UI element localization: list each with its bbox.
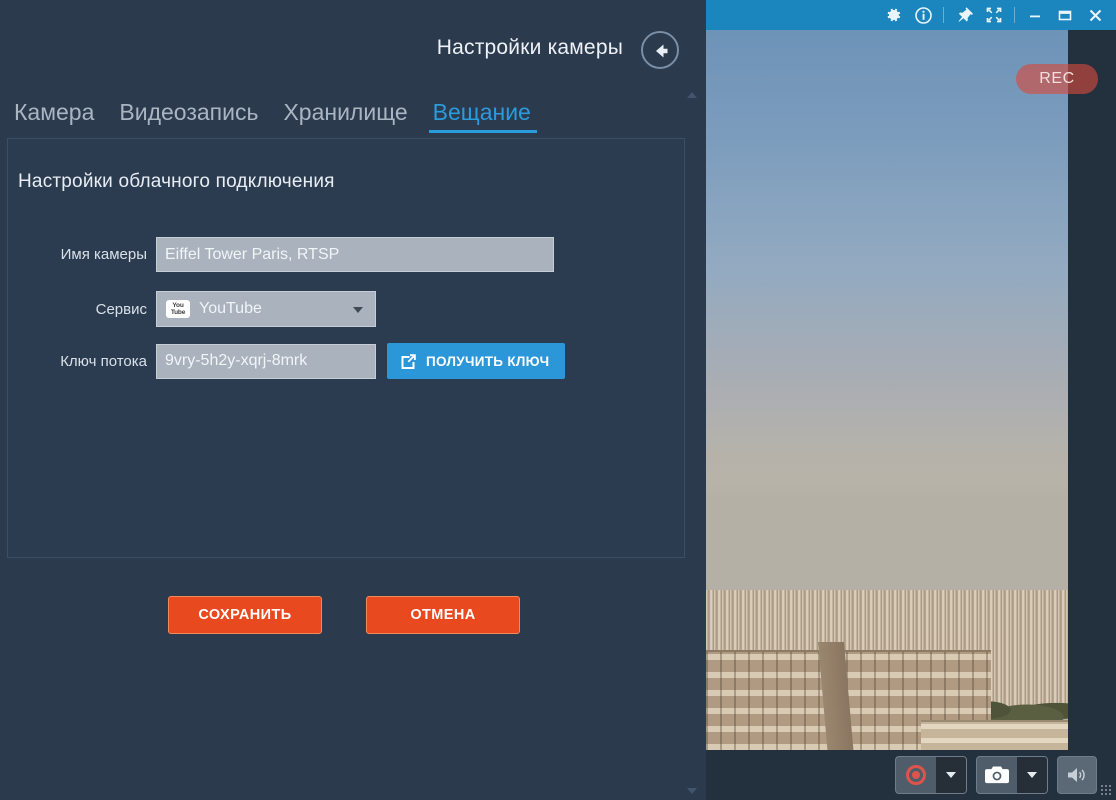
app-window: Настройки камеры Камера Видеозапись Хран… [0,0,1116,800]
close-icon[interactable] [1080,0,1110,30]
speaker-icon [1065,765,1089,785]
record-button[interactable] [896,757,936,793]
tab-storage[interactable]: Хранилище [283,101,407,133]
scroll-up-arrow-icon[interactable] [687,90,698,100]
service-row: Сервис You Tube YouTube [8,291,684,327]
external-link-icon [400,353,417,370]
tab-camera[interactable]: Камера [14,101,94,133]
minimize-icon[interactable] [1020,0,1050,30]
video-pane-filler [1068,30,1116,750]
video-control-bar [706,750,1116,800]
camera-settings-pane: Настройки камеры Камера Видеозапись Хран… [0,0,706,800]
titlebar-separator-2 [1014,7,1015,23]
save-button[interactable]: СОХРАНИТЬ [168,596,322,634]
get-key-button[interactable]: ПОЛУЧИТЬ КЛЮЧ [387,343,565,379]
settings-scrollbar[interactable] [685,88,700,800]
camera-icon [984,765,1010,785]
rec-status-badge: REC [1016,64,1098,94]
tab-broadcasting[interactable]: Вещание [433,101,531,133]
chevron-down-icon [353,307,363,313]
settings-gear-icon[interactable] [878,0,908,30]
video-window: REC [706,0,1116,800]
stream-key-label: Ключ потока [8,353,156,370]
record-dot-icon [906,765,926,785]
scroll-down-arrow-icon[interactable] [687,786,698,796]
back-button[interactable] [641,31,679,69]
stream-key-row: Ключ потока ПОЛУЧИТЬ КЛЮЧ [8,343,684,379]
snapshot-button-group[interactable] [976,756,1048,794]
service-value: YouTube [199,300,262,318]
camera-name-input[interactable] [156,237,554,272]
cancel-button[interactable]: ОТМЕНА [366,596,520,634]
camera-name-label: Имя камеры [8,246,156,263]
pin-icon[interactable] [949,0,979,30]
fullscreen-icon[interactable] [979,0,1009,30]
tab-video-recording[interactable]: Видеозапись [119,101,258,133]
service-select[interactable]: You Tube YouTube [156,291,376,327]
live-video-feed[interactable] [706,30,1068,750]
youtube-logo-icon: You Tube [166,300,190,318]
page-title: Настройки камеры [437,36,623,60]
settings-tabs: Камера Видеозапись Хранилище Вещание [0,88,686,133]
record-options-caret[interactable] [936,757,966,793]
snapshot-button[interactable] [977,757,1017,793]
back-arrow-icon [650,40,672,62]
camera-name-row: Имя камеры [8,237,684,272]
info-icon[interactable] [908,0,938,30]
service-label: Сервис [8,301,156,318]
section-title: Настройки облачного подключения [18,171,335,193]
cloud-connection-card: Настройки облачного подключения Имя каме… [7,138,685,558]
youtube-icon-text-top: You [172,302,183,309]
titlebar-separator-1 [943,7,944,23]
right-building [921,720,1068,750]
youtube-icon-text-bottom: Tube [171,309,185,316]
settings-header: Настройки камеры [0,0,706,88]
maximize-icon[interactable] [1050,0,1080,30]
video-titlebar [706,0,1116,30]
record-button-group[interactable] [895,756,967,794]
resize-grip-icon[interactable] [1100,784,1113,797]
get-key-button-label: ПОЛУЧИТЬ КЛЮЧ [426,354,549,369]
volume-button[interactable] [1057,756,1097,794]
stream-key-input[interactable] [156,344,376,379]
snapshot-options-caret[interactable] [1017,757,1047,793]
